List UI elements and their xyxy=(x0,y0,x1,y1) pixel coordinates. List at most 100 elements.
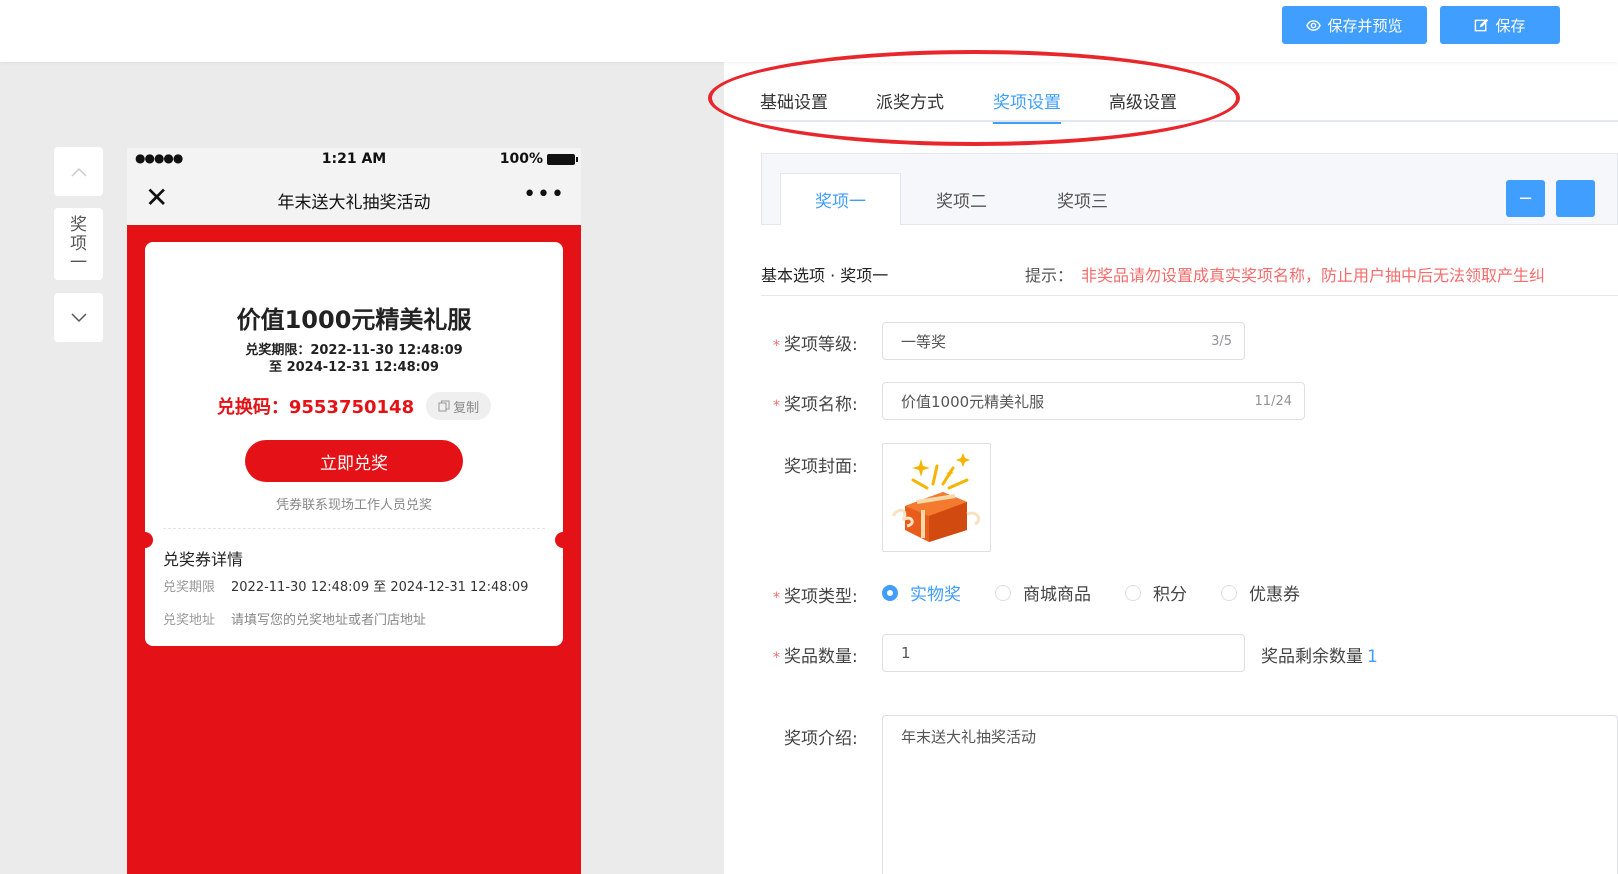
prize-quantity-value: 1 xyxy=(901,644,911,662)
char-counter: 11/24 xyxy=(1254,393,1292,409)
tab-prize-settings[interactable]: 奖项设置 xyxy=(993,88,1061,124)
prize-name: 价值1000元精美礼服 xyxy=(236,306,472,334)
prize-name-input[interactable]: 价值1000元精美礼服 11/24 xyxy=(882,382,1305,420)
detail-value: 2022-11-30 12:48:09 至 2024-12-31 12:48:0… xyxy=(231,580,529,595)
add-prize-button[interactable] xyxy=(1556,180,1595,217)
phone-nav-bar: ✕ 年末送大礼抽奖活动 ••• xyxy=(127,172,581,225)
remaining-value: 1 xyxy=(1367,647,1378,667)
prize-intro-textarea[interactable]: 年末送大礼抽奖活动 xyxy=(882,715,1618,874)
detail-key: 兑奖地址 xyxy=(163,613,216,628)
gift-box-image xyxy=(891,453,981,542)
required-mark: * xyxy=(773,338,780,354)
radio-points[interactable]: 积分 xyxy=(1125,580,1187,605)
remaining-label: 奖品剩余数量 xyxy=(1261,647,1363,667)
radio-label: 积分 xyxy=(1153,585,1187,605)
radio-label: 商城商品 xyxy=(1023,585,1091,605)
prize-level-label-text: 奖项等级: xyxy=(784,335,858,355)
prize-level-label: * 奖项等级: xyxy=(773,330,858,355)
prize-type-radio-group: 实物奖 商城商品 积分 优惠券 xyxy=(882,580,1334,605)
prize-name-label: * 奖项名称: xyxy=(773,390,858,415)
remaining-quantity: 奖品剩余数量 1 xyxy=(1261,642,1378,667)
copy-button[interactable]: 复制 xyxy=(426,392,492,420)
radio-coupon[interactable]: 优惠券 xyxy=(1221,580,1300,605)
prize-indicator-char: 奖 xyxy=(70,214,87,235)
detail-value: 请填写您的兑奖地址或者门店地址 xyxy=(231,613,427,628)
redeem-note: 凭券联系现场工作人员兑奖 xyxy=(275,498,432,513)
main-tabs: 基础设置 派奖方式 奖项设置 高级设置 xyxy=(760,86,1618,124)
tab-advanced-settings[interactable]: 高级设置 xyxy=(1109,88,1177,124)
sub-tab-prize-1[interactable]: 奖项一 xyxy=(780,173,901,225)
tip-message: 提示： 非奖品请勿设置成真实奖项名称，防止用户抽中后无法领取产生纠 xyxy=(1025,262,1545,286)
battery-status: 100% xyxy=(499,151,578,167)
prize-cover-upload[interactable] xyxy=(882,443,991,552)
phone-status-bar: ●●●●● 1:21 AM 100% xyxy=(127,148,581,172)
tip-label: 提示： xyxy=(1025,266,1074,285)
prize-level-value: 一等奖 xyxy=(901,332,947,351)
radio-physical-prize[interactable]: 实物奖 xyxy=(882,580,961,605)
tip-text: 非奖品请勿设置成真实奖项名称，防止用户抽中后无法领取产生纠 xyxy=(1081,266,1546,285)
save-and-preview-button[interactable]: 保存并预览 xyxy=(1282,6,1427,44)
card-divider xyxy=(163,528,545,529)
prize-cover-label: 奖项封面: xyxy=(784,457,858,477)
prev-prize-button[interactable] xyxy=(54,147,103,196)
section-title: 基本选项 · 奖项一 xyxy=(761,266,889,285)
coupon-detail-title: 兑奖券详情 xyxy=(163,550,244,569)
config-panel: 基础设置 派奖方式 奖项设置 高级设置 奖项一 奖项二 奖项三 − 基本选项 ·… xyxy=(724,62,1618,874)
card-notch-right xyxy=(555,532,571,548)
phone-page-title: 年末送大礼抽奖活动 xyxy=(277,193,431,213)
chevron-down-icon xyxy=(70,312,87,322)
redeem-period: 兑奖期限：2022-11-30 12:48:09 至 2024-12-31 12… xyxy=(145,342,563,376)
copy-icon xyxy=(438,400,450,412)
char-counter: 3/5 xyxy=(1211,333,1232,349)
more-icon[interactable]: ••• xyxy=(523,182,565,207)
prize-sub-tabs: 奖项一 奖项二 奖项三 − xyxy=(761,153,1618,225)
period-line-1: 兑奖期限：2022-11-30 12:48:09 xyxy=(245,343,463,358)
redeem-code: 兑换码：9553750148 xyxy=(216,397,415,418)
tab-basic-settings[interactable]: 基础设置 xyxy=(760,88,828,124)
prize-indicator-char: 一 xyxy=(70,252,87,273)
section-header: 基本选项 · 奖项一 提示： 非奖品请勿设置成真实奖项名称，防止用户抽中后无法领取… xyxy=(761,260,1618,296)
battery-percent: 100% xyxy=(499,151,543,167)
radio-label: 优惠券 xyxy=(1249,585,1300,605)
radio-dot xyxy=(882,584,898,601)
detail-key: 兑奖期限 xyxy=(163,580,216,595)
prize-level-input[interactable]: 一等奖 3/5 xyxy=(882,322,1245,360)
edit-icon xyxy=(1475,18,1489,31)
prize-name-label-text: 奖项名称: xyxy=(784,395,858,415)
detail-row-address: 兑奖地址 请填写您的兑奖地址或者门店地址 xyxy=(163,609,426,628)
radio-label: 实物奖 xyxy=(910,585,961,605)
sub-tab-prize-2[interactable]: 奖项二 xyxy=(901,173,1022,225)
coupon-card: 价值1000元精美礼服 兑奖期限：2022-11-30 12:48:09 至 2… xyxy=(137,242,571,646)
current-prize-indicator: 奖 项 一 xyxy=(54,208,103,280)
radio-dot xyxy=(995,584,1011,601)
save-button[interactable]: 保存 xyxy=(1440,6,1560,44)
next-prize-button[interactable] xyxy=(54,293,103,342)
card-notch-left xyxy=(137,532,153,548)
prize-quantity-input[interactable]: 1 xyxy=(882,634,1245,672)
sub-tab-prize-3[interactable]: 奖项三 xyxy=(1022,173,1143,225)
redeem-code-row: 兑换码：9553750148 复制 xyxy=(145,392,563,420)
remove-prize-button[interactable]: − xyxy=(1506,180,1545,217)
radio-mall-product[interactable]: 商城商品 xyxy=(995,580,1091,605)
period-line-2: 至 2024-12-31 12:48:09 xyxy=(269,360,439,375)
radio-dot xyxy=(1221,584,1237,601)
radio-dot xyxy=(1125,584,1141,601)
eye-icon xyxy=(1306,19,1322,31)
prize-name-value: 价值1000元精美礼服 xyxy=(901,392,1045,411)
required-mark: * xyxy=(773,398,780,414)
phone-preview: ●●●●● 1:21 AM 100% ✕ 年末送大礼抽奖活动 ••• 价值100… xyxy=(127,148,581,874)
prize-indicator-char: 项 xyxy=(70,233,87,254)
prize-intro-label: 奖项介绍: xyxy=(784,729,858,749)
tab-award-method[interactable]: 派奖方式 xyxy=(876,88,944,124)
redeem-now-button[interactable]: 立即兑奖 xyxy=(245,440,463,482)
battery-icon xyxy=(547,153,578,165)
save-and-preview-label: 保存并预览 xyxy=(1327,16,1403,35)
detail-row-period: 兑奖期限 2022-11-30 12:48:09 至 2024-12-31 12… xyxy=(163,576,528,595)
prize-type-label-text: 奖项类型: xyxy=(784,587,858,607)
chevron-up-icon xyxy=(70,167,87,177)
copy-label: 复制 xyxy=(453,400,480,416)
top-toolbar: 保存并预览 保存 xyxy=(0,0,1618,62)
required-mark: * xyxy=(773,590,780,606)
required-mark: * xyxy=(773,650,780,666)
prize-quantity-label: * 奖品数量: xyxy=(773,642,858,667)
